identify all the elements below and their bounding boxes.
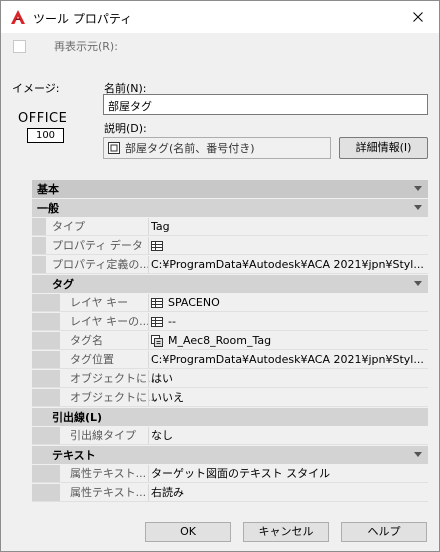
category-tag[interactable]: タグ — [32, 275, 428, 293]
property-value: いいえ — [151, 391, 184, 404]
description-icon — [108, 142, 120, 154]
property-row[interactable]: プロパティ定義の... C:¥ProgramData¥Autodesk¥ACA … — [32, 256, 428, 274]
description-value: 部屋タグ(名前、番号付き) — [125, 142, 255, 155]
category-basic-label: 基本 — [37, 183, 59, 196]
property-value: C:¥ProgramData¥Autodesk¥ACA 2021¥jpn¥Sty… — [151, 258, 424, 271]
description-label: 説明(D): — [104, 122, 147, 135]
property-row[interactable]: 属性テキスト... 右読み — [32, 484, 428, 502]
image-label: イメージ: — [12, 82, 60, 95]
category-text[interactable]: テキスト — [32, 446, 428, 464]
redisplay-row: 再表示元(R): — [13, 38, 118, 54]
category-general-label: 一般 — [37, 202, 59, 215]
help-button[interactable]: ヘルプ — [341, 522, 427, 542]
property-row[interactable]: オブジェクトに... いいえ — [32, 389, 428, 407]
category-general[interactable]: 一般 — [32, 199, 428, 217]
cancel-button[interactable]: キャンセル — [243, 522, 329, 542]
property-row[interactable]: プロパティ データ — [32, 237, 428, 255]
table-icon — [151, 298, 163, 308]
close-button[interactable] — [397, 1, 439, 33]
redisplay-checkbox[interactable] — [13, 39, 26, 53]
property-row[interactable]: 引出線タイプ なし — [32, 427, 428, 445]
name-input[interactable]: 部屋タグ — [103, 94, 428, 115]
property-value: SPACENO — [168, 296, 220, 309]
property-row[interactable]: 属性テキスト... ターゲット図面のテキスト スタイル — [32, 465, 428, 483]
window-title: ツール プロパティ — [33, 12, 133, 26]
collapse-arrow-icon[interactable] — [414, 186, 422, 191]
property-grid: 基本 一般 タイプ Tag プロパティ データ プロパティ定義の... C:¥P… — [32, 180, 428, 507]
property-name: プロパティ定義の... — [52, 258, 148, 271]
category-leader[interactable]: 引出線(L) — [32, 408, 428, 426]
property-value: C:¥ProgramData¥Autodesk¥ACA 2021¥jpn¥Sty… — [151, 353, 424, 366]
table-icon — [151, 317, 163, 327]
title-bar: ツール プロパティ — [1, 1, 439, 33]
close-icon — [413, 12, 423, 22]
property-value: 右読み — [151, 486, 184, 499]
property-row[interactable]: タイプ Tag — [32, 218, 428, 236]
property-value: Tag — [151, 220, 170, 233]
property-name: プロパティ データ — [52, 239, 143, 252]
property-row[interactable]: タグ位置 C:¥ProgramData¥Autodesk¥ACA 2021¥jp… — [32, 351, 428, 369]
collapse-arrow-icon[interactable] — [414, 205, 422, 210]
ok-button[interactable]: OK — [145, 522, 231, 542]
property-value: ターゲット図面のテキスト スタイル — [151, 467, 331, 480]
office-image-text: OFFICE — [18, 111, 68, 126]
tool-properties-dialog: ツール プロパティ 再表示元(R): イメージ: OFFICE 100 名前(N… — [0, 0, 440, 552]
property-row[interactable]: レイヤ キー SPACENO — [32, 294, 428, 312]
category-basic[interactable]: 基本 — [32, 180, 428, 198]
office-image-box: 100 — [27, 128, 64, 143]
collapse-arrow-icon[interactable] — [414, 452, 422, 457]
property-value: -- — [168, 315, 176, 328]
tag-icon — [151, 335, 163, 347]
property-row[interactable]: レイヤ キーの... -- — [32, 313, 428, 331]
redisplay-label: 再表示元(R): — [54, 40, 118, 53]
description-field[interactable]: 部屋タグ(名前、番号付き) — [103, 137, 331, 159]
table-icon — [151, 241, 163, 251]
autocad-logo-icon — [11, 10, 25, 24]
property-value: なし — [151, 429, 173, 442]
detail-info-button[interactable]: 詳細情報(I) — [339, 137, 428, 159]
collapse-arrow-icon[interactable] — [414, 281, 422, 286]
property-value: M_Aec8_Room_Tag — [168, 334, 272, 347]
property-value: はい — [151, 372, 173, 385]
property-row[interactable]: タグ名 M_Aec8_Room_Tag — [32, 332, 428, 350]
property-row[interactable]: オブジェクトに... はい — [32, 370, 428, 388]
